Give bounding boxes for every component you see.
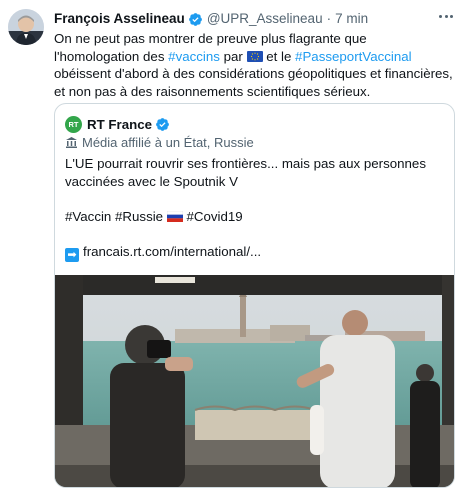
rt-logo: RT [65,115,82,133]
timestamp[interactable]: 7 min [335,9,368,29]
text-part: et le [262,48,296,64]
avatar[interactable] [8,9,44,45]
quoted-header: RT RT France [65,115,174,133]
russia-flag-icon [166,210,183,222]
tweet[interactable]: François Asselineau @UPR_Asselineau · 7 … [0,0,463,494]
tweet-text: On ne peut pas montrer de preuve plus fl… [54,30,454,100]
hashtag-passeport-vaccinal[interactable]: #PasseportVaccinal [295,49,412,64]
state-media-label[interactable]: Média affilié à un État, Russie [65,135,254,150]
quoted-text: L'UE pourrait rouvrir ses frontières... … [65,155,445,262]
quoted-hashtags: #Vaccin #Russie #Covid19 [65,208,445,226]
right-arrow-icon: ➡ [65,247,79,262]
quoted-photo[interactable] [55,275,454,487]
government-building-icon [65,136,78,149]
text-part: obéissent d'abord à des considérations g… [54,66,453,99]
hashtag-covid19[interactable]: #Covid19 [186,209,242,224]
hashtag-vaccin[interactable]: #Vaccin [65,209,111,224]
eu-flag-icon [246,49,263,62]
hashtag-russie[interactable]: #Russie [115,209,163,224]
quoted-author-name[interactable]: RT France [87,117,152,132]
quoted-link[interactable]: francais.rt.com/international/... [83,244,261,259]
verified-badge-icon [155,117,170,132]
more-options-icon[interactable] [437,8,455,24]
quoted-headline: L'UE pourrait rouvrir ses frontières... … [65,156,426,189]
affiliation-text: Média affilié à un État, Russie [82,135,254,150]
separator: · [326,11,332,26]
quoted-link-line: ➡ francais.rt.com/international/... [65,243,445,262]
hashtag-vaccins[interactable]: #vaccins [168,49,220,64]
verified-badge-icon [188,12,203,27]
quoted-tweet-card[interactable]: RT RT France Média affilié à un État, Ru… [54,103,455,488]
text-part: par [219,48,247,64]
author-handle[interactable]: @UPR_Asselineau [207,9,323,29]
author-name[interactable]: François Asselineau [54,9,185,29]
tweet-header: François Asselineau @UPR_Asselineau · 7 … [54,9,454,29]
